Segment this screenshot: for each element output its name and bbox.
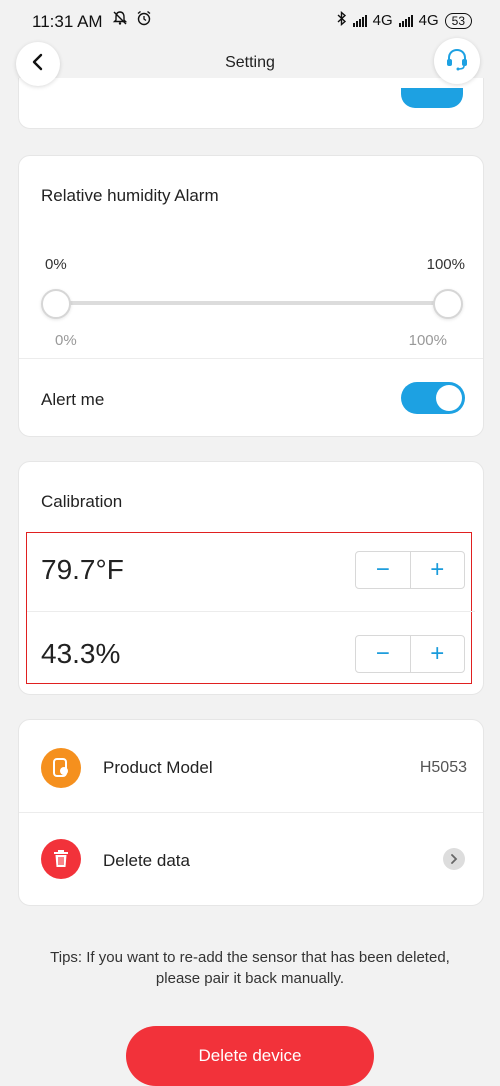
partial-toggle[interactable]: [401, 88, 463, 108]
tips-text: Tips: If you want to re-add the sensor t…: [50, 949, 450, 987]
delete-device-button[interactable]: Delete device: [126, 1026, 374, 1086]
alert-me-label: Alert me: [41, 390, 105, 409]
product-model-icon: [41, 748, 81, 788]
temperature-stepper: − +: [355, 551, 465, 589]
battery-icon: 53: [444, 12, 472, 29]
humidity-value: 43.3%: [41, 638, 121, 669]
humidity-slider-track[interactable]: [55, 301, 447, 305]
status-time: 11:31 AM: [32, 12, 103, 31]
slider-min-value: 0%: [55, 332, 77, 349]
humidity-plus-button[interactable]: +: [411, 636, 465, 672]
trash-icon: [41, 839, 81, 879]
slider-high-thumb[interactable]: [433, 289, 463, 319]
bluetooth-icon: [337, 10, 347, 30]
humidity-alarm-card: Relative humidity Alarm 0% 100% 0% 100% …: [18, 155, 484, 437]
signal-icon-2: [398, 14, 413, 27]
calibration-card: Calibration 79.7°F − + 43.3% − +: [18, 461, 484, 695]
humidity-minus-button[interactable]: −: [356, 636, 410, 672]
alarm-clock-icon: [136, 10, 152, 30]
signal-icon: [352, 14, 367, 27]
status-bar: 11:31 AM 4G 4G 53: [0, 0, 500, 40]
toggle-knob: [436, 385, 462, 411]
delete-data-row[interactable]: Delete data: [19, 813, 483, 905]
temperature-value: 79.7°F: [41, 554, 124, 585]
calibration-title: Calibration: [41, 492, 123, 511]
alert-me-toggle[interactable]: [401, 382, 465, 414]
range-min-label: 0%: [45, 256, 67, 273]
status-right: 4G 4G 53: [337, 10, 472, 30]
temperature-minus-button[interactable]: −: [356, 552, 410, 588]
slider-max-value: 100%: [408, 332, 447, 349]
slider-low-thumb[interactable]: [41, 289, 71, 319]
temperature-plus-button[interactable]: +: [411, 552, 465, 588]
chevron-right-icon: [443, 848, 465, 870]
divider: [27, 611, 475, 612]
support-button[interactable]: [434, 38, 480, 84]
humidity-alarm-title: Relative humidity Alarm: [41, 186, 219, 205]
headset-icon: [444, 46, 470, 77]
humidity-stepper: − +: [355, 635, 465, 673]
divider: [19, 358, 483, 359]
product-model-label: Product Model: [103, 758, 213, 777]
device-info-card: Product Model H5053 Delete data: [18, 719, 484, 906]
page-title: Setting: [225, 54, 275, 71]
delete-data-label: Delete data: [103, 851, 190, 870]
muted-bell-icon: [112, 11, 136, 30]
status-left-icons: [112, 10, 152, 31]
product-model-value: H5053: [419, 759, 467, 776]
network-type-1: 4G: [372, 12, 393, 29]
network-type-2: 4G: [418, 12, 439, 29]
header: Setting: [0, 38, 500, 86]
range-max-label: 100%: [426, 256, 465, 273]
